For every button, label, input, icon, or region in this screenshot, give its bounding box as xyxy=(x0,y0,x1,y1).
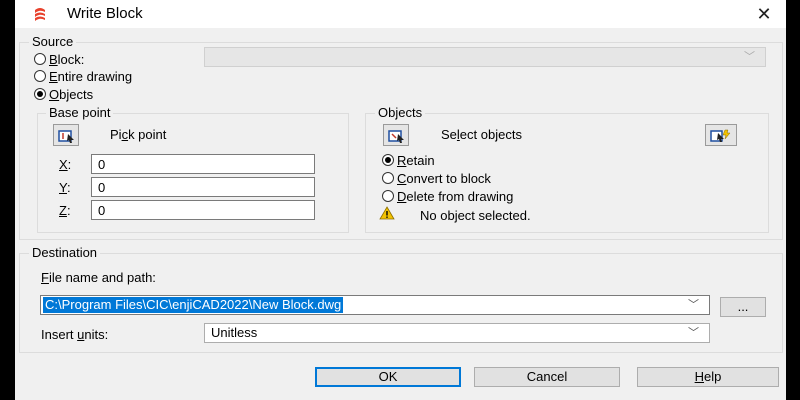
objects-radio[interactable]: Objects xyxy=(34,86,93,102)
delete-from-drawing-radio[interactable]: Delete from drawing xyxy=(382,188,513,204)
base-point-group-title: Base point xyxy=(46,105,114,120)
write-block-dialog: Write Block ✕ Source Block: ﹀ Entire dra… xyxy=(15,0,786,400)
browse-button[interactable]: ... xyxy=(720,297,766,317)
ok-button-label: OK xyxy=(378,369,398,384)
select-objects-icon xyxy=(388,130,404,143)
block-radio[interactable]: Block: xyxy=(34,51,84,67)
quick-select-button[interactable] xyxy=(705,124,737,146)
convert-to-block-radio-label: Convert to block xyxy=(397,170,491,186)
select-objects-button[interactable] xyxy=(383,124,409,146)
delete-from-drawing-radio-label: Delete from drawing xyxy=(397,188,514,204)
ok-button[interactable]: OK xyxy=(315,367,461,387)
x-field[interactable] xyxy=(91,154,315,174)
x-label: X: xyxy=(59,157,72,172)
objects-group-title: Objects xyxy=(375,105,426,120)
destination-group-title: Destination xyxy=(29,245,101,260)
entire-drawing-radio[interactable]: Entire drawing xyxy=(34,68,132,84)
chevron-down-icon[interactable]: ﹀ xyxy=(688,324,699,342)
pick-point-button[interactable] xyxy=(53,124,79,146)
delete-from-drawing-radio-button[interactable] xyxy=(382,190,394,202)
window-title: Write Block xyxy=(67,5,143,22)
cancel-button-label: Cancel xyxy=(526,369,568,384)
source-group-title: Source xyxy=(29,34,77,49)
z-label: Z: xyxy=(59,203,71,218)
title-bar[interactable]: Write Block ✕ xyxy=(15,0,786,28)
objects-radio-label: Objects xyxy=(49,86,94,102)
entire-drawing-radio-button[interactable] xyxy=(34,70,46,82)
chevron-down-icon: ﹀ xyxy=(744,51,755,63)
chevron-down-icon[interactable]: ﹀ xyxy=(688,296,699,314)
close-icon: ✕ xyxy=(756,4,772,24)
file-path-value[interactable]: C:\Program Files\CIC\enjiCAD2022\New Blo… xyxy=(43,297,344,313)
z-field[interactable] xyxy=(91,200,315,220)
y-field[interactable] xyxy=(91,177,315,197)
retain-radio[interactable]: Retain xyxy=(382,152,435,168)
help-button-label: Help xyxy=(694,369,722,384)
cancel-button[interactable]: Cancel xyxy=(474,367,620,387)
app-logo-icon xyxy=(32,6,48,22)
warning-icon xyxy=(379,206,395,223)
retain-radio-button[interactable] xyxy=(382,154,394,166)
y-label: Y: xyxy=(59,180,71,195)
block-radio-label-rest: lock: xyxy=(57,51,85,67)
block-radio-label: Block: xyxy=(49,51,85,67)
convert-to-block-radio-button[interactable] xyxy=(382,172,394,184)
entire-drawing-radio-label: Entire drawing xyxy=(49,68,133,84)
convert-to-block-radio[interactable]: Convert to block xyxy=(382,170,491,186)
insert-units-value: Unitless xyxy=(211,325,258,340)
file-name-label: File name and path: xyxy=(41,270,156,285)
pick-point-label: Pick point xyxy=(110,127,167,142)
file-path-combobox[interactable]: C:\Program Files\CIC\enjiCAD2022\New Blo… xyxy=(40,295,710,315)
objects-radio-button[interactable] xyxy=(34,88,46,100)
select-objects-label: Select objects xyxy=(441,127,522,142)
retain-radio-label: Retain xyxy=(397,152,435,168)
close-button[interactable]: ✕ xyxy=(750,3,778,25)
insert-units-label: Insert units: xyxy=(41,327,109,342)
block-select: ﹀ xyxy=(204,47,766,67)
warning-text: No object selected. xyxy=(420,208,531,223)
browse-button-label: ... xyxy=(737,299,749,314)
insert-units-select[interactable]: Unitless ﹀ xyxy=(204,323,710,343)
help-button[interactable]: Help xyxy=(637,367,779,387)
quick-select-icon xyxy=(710,129,731,142)
block-radio-button[interactable] xyxy=(34,53,46,65)
pick-point-icon xyxy=(58,130,74,143)
